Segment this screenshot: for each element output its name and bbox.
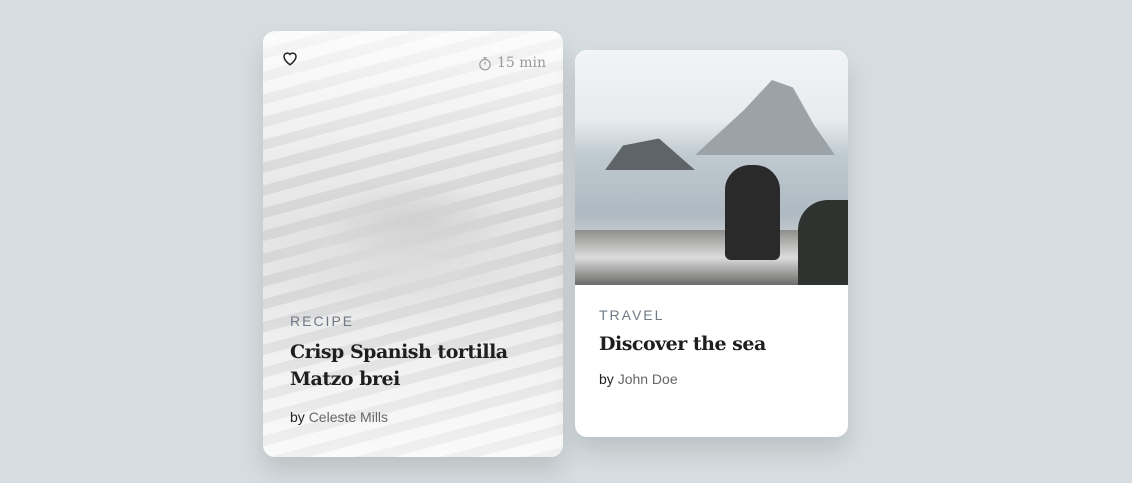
cook-time: 15 min [478, 55, 546, 71]
by-label: by [599, 371, 614, 387]
title-line: Matzo brei [290, 368, 400, 390]
stopwatch-icon [479, 56, 491, 70]
card-byline: by Celeste Mills [290, 409, 508, 425]
card-category: RECIPE [290, 313, 355, 329]
travel-card[interactable]: TRAVEL Discover the sea by John Doe [575, 50, 848, 437]
title-line: Crisp Spanish tortilla [290, 341, 508, 363]
card-category: TRAVEL [599, 307, 665, 323]
author-link[interactable]: Celeste Mills [309, 409, 388, 425]
card-title[interactable]: Crisp Spanish tortilla Matzo brei [290, 339, 508, 393]
author-link[interactable]: John Doe [618, 371, 678, 387]
card-byline: by John Doe [599, 371, 766, 387]
sea-image [575, 50, 848, 285]
by-label: by [290, 409, 305, 425]
time-label: 15 min [496, 55, 546, 71]
card-title[interactable]: Discover the sea [599, 333, 766, 355]
heart-icon[interactable] [281, 49, 299, 67]
recipe-card[interactable]: 15 min RECIPE Crisp Spanish tortilla Matz… [263, 31, 563, 457]
